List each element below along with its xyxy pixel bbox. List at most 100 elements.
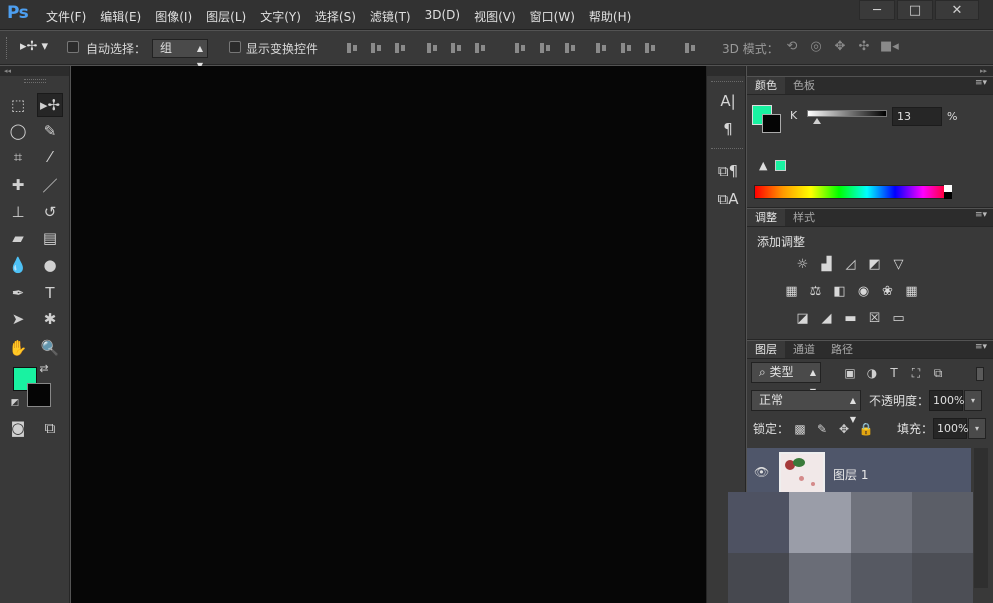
brightness-contrast-icon[interactable]: ☼ [793,256,812,273]
tab-adjustments[interactable]: 调整 [747,209,785,226]
color-spectrum-bar[interactable] [754,185,952,199]
align-top-icon[interactable] [345,41,359,55]
align-vcenter-icon[interactable] [369,41,383,55]
show-transform-checkbox[interactable] [229,41,241,53]
layer-thumbnail[interactable] [779,452,825,494]
posterize-icon[interactable]: ◢ [817,310,836,327]
vibrance-icon[interactable]: ▽ [889,256,908,273]
custom-shape-tool-icon[interactable]: ✱ [37,307,63,331]
paragraph-panel-icon[interactable]: ¶ [717,118,739,140]
quick-mask-icon[interactable]: ◙ [5,416,31,440]
lock-image-icon[interactable]: ✎ [811,420,833,438]
align-right-icon[interactable] [473,41,487,55]
exposure-icon[interactable]: ◩ [865,256,884,273]
document-canvas[interactable] [71,66,706,603]
color-lookup-icon[interactable]: ▦ [902,283,921,300]
color-balance-icon[interactable]: ⚖ [806,283,825,300]
curves-icon[interactable]: ◿ [841,256,860,273]
filter-toggle-switch[interactable] [976,367,984,381]
fill-dropdown-icon[interactable]: ▾ [968,418,987,439]
levels-icon[interactable]: ▟ [817,256,836,273]
layers-scrollbar[interactable] [974,448,988,588]
color-panel-background-swatch[interactable] [762,114,781,133]
options-bar-grip[interactable] [6,37,9,59]
opacity-input[interactable]: 100% [929,390,964,411]
menu-select[interactable]: 选择(S) [315,8,356,25]
gamut-color-swatch[interactable] [775,160,786,171]
lock-all-icon[interactable]: 🔒 [855,420,877,438]
type-tool-icon[interactable]: T [37,281,63,305]
align-left-icon[interactable] [425,41,439,55]
distribute-hcenter-icon[interactable] [619,41,633,55]
menu-view[interactable]: 视图(V) [474,8,516,25]
distribute-bottom-icon[interactable] [563,41,577,55]
selective-color-icon[interactable]: ☒ [865,310,884,327]
swap-colors-icon[interactable]: ⇄ [36,360,52,376]
panel-menu-icon[interactable]: ≡▾ [975,78,987,88]
background-color-swatch[interactable] [27,383,51,407]
hue-saturation-icon[interactable]: ▦ [782,283,801,300]
menu-image[interactable]: 图像(I) [155,8,192,25]
auto-align-layers-icon[interactable] [683,41,697,55]
lock-position-icon[interactable]: ✥ [833,420,855,438]
menu-3d[interactable]: 3D(D) [425,8,460,25]
quick-select-tool-icon[interactable]: ✎ [37,119,63,143]
tab-layers[interactable]: 图层 [747,341,785,358]
lock-transparent-icon[interactable]: ▩ [789,420,811,438]
panel-menu-icon[interactable]: ≡▾ [975,210,987,220]
scale-3d-icon[interactable]: ■◂ [880,40,899,54]
panels-collapse-icon[interactable]: ▸▸ [747,66,993,76]
panel-menu-icon[interactable]: ≡▾ [975,342,987,352]
distribute-right-icon[interactable] [643,41,657,55]
tab-color[interactable]: 颜色 [747,77,785,94]
channel-mixer-icon[interactable]: ❀ [878,283,897,300]
character-styles-icon[interactable]: ⧉A [717,188,739,210]
paragraph-styles-icon[interactable]: ⧉¶ [717,160,739,182]
menu-layer[interactable]: 图层(L) [206,8,246,25]
filter-type-icon[interactable]: T [883,364,905,382]
gradient-map-icon[interactable]: ▭ [889,310,908,327]
gradient-tool-icon[interactable]: ▤ [37,226,63,250]
blend-mode-dropdown[interactable]: 正常 ▲ ▼ [751,390,861,424]
visibility-eye-icon[interactable]: 👁 [754,465,769,479]
k-slider-track[interactable] [807,110,887,117]
zoom-tool-icon[interactable]: 🔍 [37,336,63,360]
lasso-tool-icon[interactable]: ◯ [5,119,31,143]
brush-tool-icon[interactable]: ／ [37,173,63,197]
drag-3d-icon[interactable]: ✥ [832,40,848,54]
tab-channels[interactable]: 通道 [785,341,823,358]
roll-3d-icon[interactable]: ◎ [808,40,824,54]
close-button[interactable]: ✕ [935,0,979,20]
restore-button[interactable]: □ [897,0,933,20]
path-selection-tool-icon[interactable]: ➤ [5,307,31,331]
black-white-swatch[interactable] [944,185,952,199]
invert-icon[interactable]: ◪ [793,310,812,327]
blur-tool-icon[interactable]: 💧 [5,253,31,277]
align-bottom-icon[interactable] [393,41,407,55]
auto-select-checkbox[interactable] [67,41,79,53]
k-slider-thumb[interactable] [813,118,822,124]
crop-tool-icon[interactable]: ⌗ [5,145,31,169]
distribute-top-icon[interactable] [513,41,527,55]
menu-type[interactable]: 文字(Y) [260,8,301,25]
menu-filter[interactable]: 滤镜(T) [370,8,411,25]
black-white-icon[interactable]: ◧ [830,283,849,300]
tools-panel-grip[interactable] [23,79,46,83]
align-hcenter-icon[interactable] [449,41,463,55]
move-tool-preset-icon[interactable]: ▸✢ ▾ [20,39,54,57]
tab-paths[interactable]: 路径 [823,341,861,358]
hand-tool-icon[interactable]: ✋ [5,336,31,360]
threshold-icon[interactable]: ▬ [841,310,860,327]
photo-filter-icon[interactable]: ◉ [854,283,873,300]
tab-swatches[interactable]: 色板 [785,77,823,94]
layer-row[interactable]: 👁 图层 1 [747,448,971,498]
filter-pixel-icon[interactable]: ▣ [839,364,861,382]
menu-window[interactable]: 窗口(W) [530,8,575,25]
screen-mode-icon[interactable]: ⧉ [37,416,63,440]
tab-styles[interactable]: 样式 [785,209,823,226]
clone-stamp-tool-icon[interactable]: ⊥ [5,200,31,224]
slide-3d-icon[interactable]: ✣ [856,40,872,54]
filter-adjustment-icon[interactable]: ◑ [861,364,883,382]
dock-header[interactable] [707,66,745,76]
distribute-left-icon[interactable] [594,41,608,55]
